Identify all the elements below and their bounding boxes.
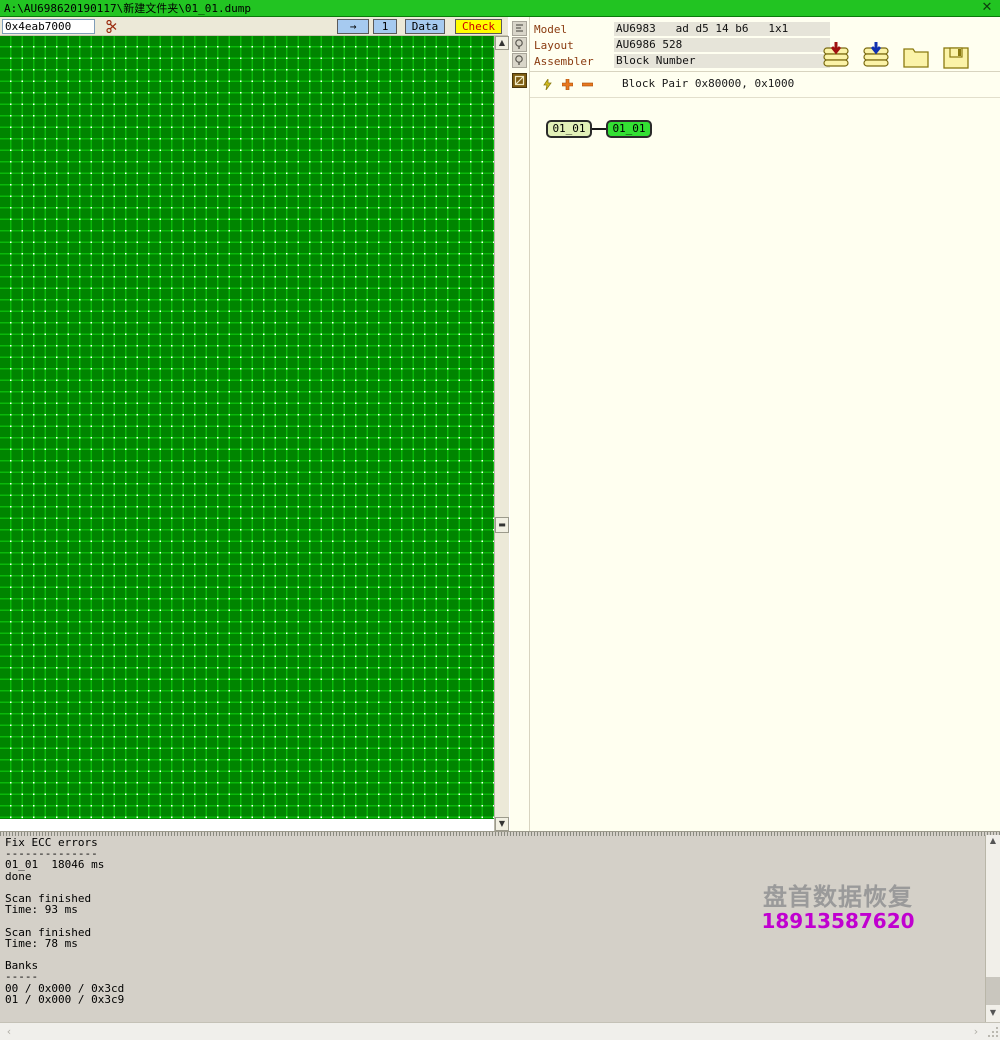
- hscroll-left-icon[interactable]: ‹: [3, 1025, 15, 1039]
- panel-divider: [530, 71, 1000, 72]
- grid-scrollbar-thumb[interactable]: ▬: [495, 517, 509, 533]
- magnifier-icon[interactable]: [512, 53, 527, 68]
- left-toolbar: 0x4eab7000 → 1 Data Check: [0, 17, 508, 36]
- block-node[interactable]: 01_01: [606, 120, 652, 138]
- window-title: A:\AU698620190117\新建文件夹\01_01.dump: [4, 2, 252, 15]
- node-connector: [591, 128, 607, 130]
- info-label-assembler: Assembler: [534, 55, 594, 68]
- log-scroll-down-icon[interactable]: ▼: [986, 1007, 1000, 1021]
- log-resize-handle[interactable]: [0, 832, 1000, 836]
- device-info-panel: Model AU6983 ad d5 14 b6 1x1 Layout AU69…: [510, 17, 1000, 831]
- magnifier-icon[interactable]: [512, 37, 527, 52]
- info-value-layout[interactable]: AU6986 528: [614, 38, 830, 52]
- hscroll-right-icon[interactable]: ›: [970, 1025, 982, 1039]
- window-titlebar: A:\AU698620190117\新建文件夹\01_01.dump ✕: [0, 0, 1000, 17]
- grid-scroll-down-icon[interactable]: ▼: [495, 817, 509, 831]
- info-row-layout: Layout AU6986 528: [534, 38, 834, 53]
- block-node[interactable]: 01_01: [546, 120, 592, 138]
- block-graph-area[interactable]: 01_01 01_01: [530, 97, 1000, 830]
- window-resize-grip[interactable]: [986, 1027, 998, 1039]
- lightning-icon[interactable]: [542, 79, 553, 90]
- check-button[interactable]: Check: [455, 19, 502, 34]
- save-floppy-icon[interactable]: [940, 39, 972, 73]
- block-map-grid[interactable]: [0, 36, 494, 819]
- page-number-button[interactable]: 1: [373, 19, 397, 34]
- info-label-model: Model: [534, 23, 568, 36]
- block-pair-toolbar: Block Pair 0x80000, 0x1000: [530, 74, 1000, 96]
- block-pair-label: Block Pair 0x80000, 0x1000: [622, 77, 795, 90]
- close-icon[interactable]: ✕: [980, 1, 994, 15]
- address-input[interactable]: 0x4eab7000: [2, 19, 95, 34]
- plus-icon[interactable]: [562, 79, 573, 90]
- go-button[interactable]: →: [337, 19, 369, 34]
- list-lines-icon[interactable]: [512, 21, 527, 36]
- log-panel: Fix ECC errors -------------- 01_01 1804…: [0, 831, 1000, 1022]
- write-to-device-icon[interactable]: [860, 39, 892, 73]
- log-output[interactable]: Fix ECC errors -------------- 01_01 1804…: [5, 837, 965, 1017]
- read-from-device-icon[interactable]: [820, 39, 852, 73]
- info-row-assembler: Assembler Block Number: [534, 54, 834, 69]
- info-value-model[interactable]: AU6983 ad d5 14 b6 1x1: [614, 22, 830, 36]
- info-value-assembler[interactable]: Block Number: [614, 54, 830, 68]
- info-label-layout: Layout: [534, 39, 574, 52]
- grid-scroll-up-icon[interactable]: ▲: [495, 36, 509, 50]
- log-scrollbar-thumb[interactable]: [986, 977, 1000, 1005]
- scissors-icon[interactable]: [106, 20, 118, 33]
- status-bar: ‹ ›: [0, 1022, 1000, 1040]
- chip-icon[interactable]: [512, 73, 527, 88]
- data-button[interactable]: Data: [405, 19, 445, 34]
- grid-vertical-scrollbar[interactable]: ▲ ▬ ▼: [494, 36, 509, 831]
- log-scroll-up-icon[interactable]: ▲: [986, 835, 1000, 849]
- log-vertical-scrollbar[interactable]: ▲ ▼: [985, 835, 1000, 1022]
- info-row-model: Model AU6983 ad d5 14 b6 1x1: [534, 22, 834, 37]
- open-folder-icon[interactable]: [900, 39, 932, 73]
- minus-icon[interactable]: [582, 79, 593, 90]
- block-map-cells[interactable]: [0, 36, 494, 819]
- info-icon-rail: [510, 17, 530, 831]
